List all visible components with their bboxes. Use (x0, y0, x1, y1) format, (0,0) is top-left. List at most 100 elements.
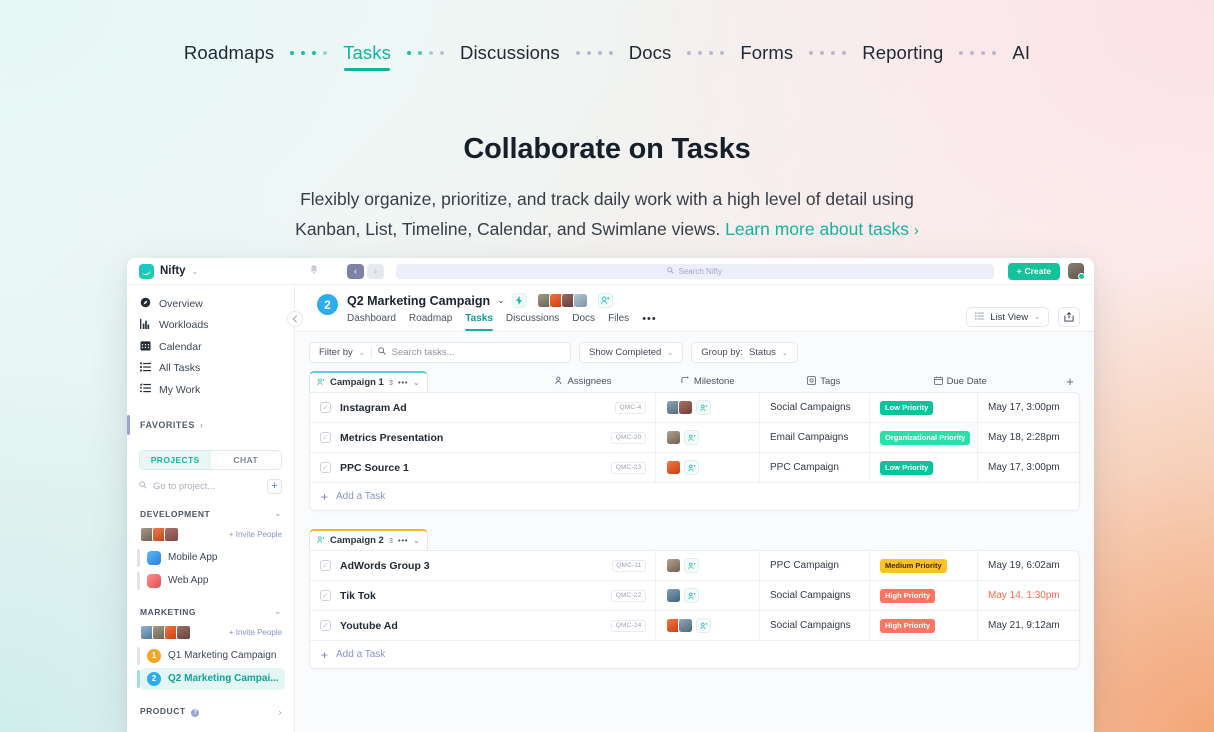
task-checkbox[interactable]: ✓ (320, 590, 331, 601)
task-checkbox[interactable]: ✓ (320, 620, 331, 631)
assignees-cell[interactable] (655, 393, 759, 423)
milestone-cell[interactable]: Social Campaigns (759, 580, 869, 611)
add-task-button[interactable]: + Add a Task (310, 483, 1079, 510)
nav-item-discussions[interactable]: Discussions (460, 42, 560, 71)
table-row[interactable]: ✓ Metrics Presentation QMC-20 Email Camp… (310, 422, 1079, 453)
tab-discussions[interactable]: Discussions (506, 313, 559, 331)
sidebar-item-workloads[interactable]: Workloads (127, 315, 294, 337)
tab-dashboard[interactable]: Dashboard (347, 313, 396, 331)
task-checkbox[interactable]: ✓ (320, 462, 331, 473)
add-assignee-icon[interactable] (684, 558, 699, 573)
sidebar-project-q2-marketing[interactable]: 2 Q2 Marketing Campai... (137, 667, 285, 690)
sidebar-group-development[interactable]: DEVELOPMENT ⌄ (127, 506, 294, 522)
sidebar-item-all-tasks[interactable]: All Tasks (127, 358, 294, 380)
sidebar-group-product[interactable]: PRODUCT ? › (127, 704, 294, 720)
tags-cell[interactable]: Organizational Priority (869, 422, 977, 453)
sidebar-item-overview[interactable]: Overview (127, 293, 294, 315)
tags-cell[interactable]: High Priority (869, 610, 977, 641)
search-tasks-input[interactable]: Search tasks... (392, 347, 455, 358)
add-project-button[interactable]: + (267, 478, 282, 494)
add-assignee-icon[interactable] (684, 430, 699, 445)
create-button[interactable]: + Create (1007, 262, 1060, 280)
invite-people-link[interactable]: + Invite People (229, 530, 282, 539)
add-column-button[interactable]: + (1060, 374, 1080, 389)
sidebar-item-my-work[interactable]: My Work (127, 379, 294, 401)
project-search-input[interactable]: Go to project... (153, 481, 261, 492)
tab-roadmap[interactable]: Roadmap (409, 313, 452, 331)
notifications-bell-icon[interactable] (309, 264, 319, 278)
add-task-button[interactable]: + Add a Task (310, 641, 1079, 668)
sidebar-project-q1-marketing[interactable]: 1 Q1 Marketing Campaign (137, 645, 285, 667)
table-row[interactable]: ✓ Instagram Ad QMC-4 Social Campaigns Lo… (310, 393, 1079, 423)
tags-cell[interactable]: Low Priority (869, 393, 977, 423)
nav-item-tasks[interactable]: Tasks (343, 42, 391, 71)
add-person-icon[interactable] (597, 293, 613, 308)
assignees-cell[interactable] (655, 580, 759, 611)
tags-cell[interactable]: Low Priority (869, 452, 977, 483)
add-assignee-icon[interactable] (696, 618, 711, 633)
chevron-down-icon[interactable]: ⌄ (497, 295, 505, 306)
avatar-stack[interactable] (140, 624, 191, 640)
milestone-cell[interactable]: Social Campaigns (759, 610, 869, 641)
due-date-cell[interactable]: May 21, 9:12am (977, 610, 1079, 641)
share-button[interactable] (1058, 307, 1080, 327)
nav-item-ai[interactable]: AI (1012, 42, 1030, 71)
global-search-input[interactable]: Search Nifty (396, 263, 994, 279)
assignees-cell[interactable] (655, 551, 759, 581)
due-date-cell[interactable]: May 17, 3:00pm (977, 452, 1079, 483)
task-checkbox[interactable]: ✓ (320, 432, 331, 443)
milestone-cell[interactable]: PPC Campaign (759, 452, 869, 483)
tab-docs[interactable]: Docs (572, 313, 595, 331)
table-row[interactable]: ✓ Youtube Ad QMC-24 Social Campaigns Hig… (310, 610, 1079, 641)
back-button[interactable]: ‹ (347, 263, 364, 279)
nav-item-docs[interactable]: Docs (629, 42, 672, 71)
tags-cell[interactable]: Medium Priority (869, 551, 977, 581)
filter-search-group[interactable]: Filter by ⌄ Search tasks... (309, 342, 571, 363)
chevron-down-icon[interactable]: ⌄ (413, 379, 419, 387)
group-tab-campaign-2[interactable]: Campaign 2 3 ••• ⌄ (309, 529, 429, 550)
current-user-avatar[interactable] (1068, 263, 1085, 280)
tags-cell[interactable]: High Priority (869, 580, 977, 611)
due-date-cell[interactable]: May 18, 2:28pm (977, 422, 1079, 453)
show-completed-button[interactable]: Show Completed ⌄ (579, 342, 684, 363)
view-selector-button[interactable]: List View ⌄ (966, 307, 1049, 327)
project-avatar-stack[interactable] (536, 293, 588, 308)
task-checkbox[interactable]: ✓ (320, 560, 331, 571)
help-icon[interactable]: ? (191, 709, 200, 717)
table-row[interactable]: ✓ Tik Tok QMC-22 Social Campaigns High P… (310, 580, 1079, 611)
add-assignee-icon[interactable] (684, 588, 699, 603)
group-by-button[interactable]: Group by: Status ⌄ (691, 342, 798, 363)
sidebar-group-marketing[interactable]: MARKETING ⌄ (127, 604, 294, 620)
milestone-cell[interactable]: PPC Campaign (759, 551, 869, 581)
sidebar-favorites[interactable]: FAVORITES › (127, 414, 294, 436)
due-date-cell[interactable]: May 17, 3:00pm (977, 393, 1079, 423)
milestone-cell[interactable]: Email Campaigns (759, 422, 869, 453)
chevron-down-icon[interactable]: ⌄ (413, 537, 419, 545)
assignees-cell[interactable] (655, 452, 759, 483)
invite-people-link[interactable]: + Invite People (229, 628, 282, 637)
lightning-icon[interactable] (511, 293, 527, 308)
nav-item-reporting[interactable]: Reporting (862, 42, 943, 71)
tab-chat[interactable]: CHAT (211, 451, 282, 469)
milestone-cell[interactable]: Social Campaigns (759, 393, 869, 423)
table-row[interactable]: ✓ PPC Source 1 QMC-23 PPC Campaign Low P… (310, 452, 1079, 483)
sidebar-project-web-app[interactable]: Web App (137, 570, 285, 592)
due-date-cell[interactable]: May 19, 6:02am (977, 551, 1079, 581)
tab-files[interactable]: Files (608, 313, 629, 331)
tab-tasks[interactable]: Tasks (465, 313, 493, 331)
brand-area[interactable]: Nifty ⌄ (127, 263, 287, 279)
task-checkbox[interactable]: ✓ (320, 402, 331, 413)
group-tab-campaign-1[interactable]: Campaign 1 3 ••• ⌄ (309, 371, 429, 392)
add-assignee-icon[interactable] (696, 400, 711, 415)
nav-item-forms[interactable]: Forms (740, 42, 793, 71)
learn-more-link[interactable]: Learn more about tasks › (725, 219, 919, 239)
sidebar-item-calendar[interactable]: Calendar (127, 336, 294, 358)
group-more-icon[interactable]: ••• (398, 378, 408, 387)
add-assignee-icon[interactable] (684, 460, 699, 475)
assignees-cell[interactable] (655, 610, 759, 641)
tab-projects[interactable]: PROJECTS (140, 450, 211, 469)
table-row[interactable]: ✓ AdWords Group 3 QMC-11 PPC Campaign Me… (310, 551, 1079, 581)
sidebar-project-mobile-app[interactable]: Mobile App (137, 547, 285, 569)
avatar-stack[interactable] (140, 526, 179, 542)
due-date-cell[interactable]: May 14, 1:30pm (977, 580, 1079, 611)
